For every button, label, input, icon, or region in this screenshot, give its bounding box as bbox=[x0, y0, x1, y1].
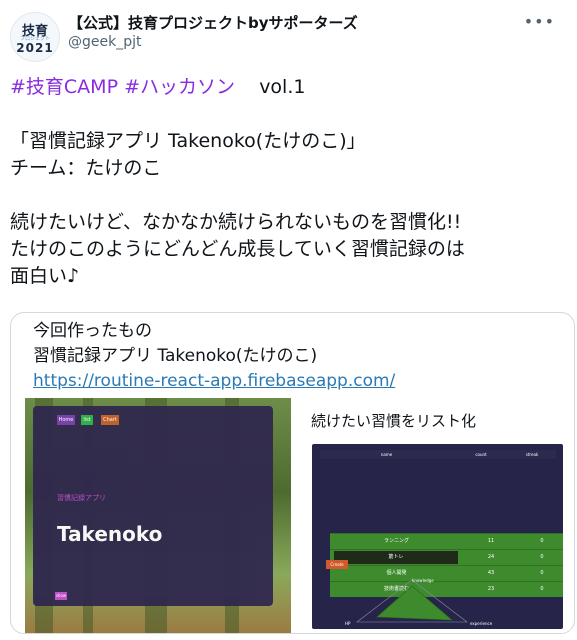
radar-label-experience: experience bbox=[470, 621, 493, 626]
app-subtitle: 習慣記録アプリ bbox=[57, 494, 106, 502]
row-count: 11 bbox=[487, 538, 495, 544]
row-count: 24 bbox=[487, 554, 495, 560]
row-streak: 0 bbox=[540, 538, 544, 544]
link-card[interactable]: 今回作ったもの 習慣記録アプリ Takenoko(たけのこ) https://r… bbox=[10, 312, 575, 634]
card-line: 習慣記録アプリ Takenoko(たけのこ) bbox=[33, 346, 318, 366]
hashtag-hackathon[interactable]: #ハッカソン bbox=[124, 76, 235, 98]
tweet-line: 面白い♪ bbox=[10, 265, 80, 287]
col-streak: streak bbox=[525, 452, 539, 457]
create-button: Create bbox=[326, 560, 348, 569]
table-row: ランニング 11 0 bbox=[330, 533, 563, 549]
tweet-line: たけのこのようにどんどん成長していく習慣記録のは bbox=[10, 238, 465, 260]
card-url-link[interactable]: https://routine-react-app.firebaseapp.co… bbox=[33, 369, 395, 394]
col-name: name bbox=[380, 452, 393, 457]
photo-caption: 続けたい習慣をリスト化 bbox=[311, 412, 477, 430]
tweet-line: 「習慣記録アプリ Takenoko(たけのこ)」 bbox=[10, 130, 366, 152]
tweet-line: チーム：たけのこ bbox=[10, 157, 162, 179]
avatar-year-text: 2021 bbox=[16, 41, 54, 55]
show-button: show bbox=[55, 592, 67, 600]
row-streak: 0 bbox=[540, 586, 544, 592]
card-line: 今回作ったもの bbox=[33, 321, 152, 341]
home-button: Home bbox=[57, 415, 75, 425]
tweet-vol: vol.1 bbox=[259, 76, 306, 98]
row-name: ランニング bbox=[383, 538, 409, 544]
row-name: 筋トレ bbox=[334, 551, 458, 564]
app-screen-list: name count streak ランニング 11 0 筋トレ 24 0 個人… bbox=[312, 444, 563, 629]
chart-button: Chart bbox=[101, 415, 119, 425]
list-button: list bbox=[81, 415, 93, 425]
habit-table: name count streak ランニング 11 0 筋トレ 24 0 個人… bbox=[320, 450, 563, 597]
author-handle[interactable]: @geek_pjt bbox=[68, 34, 142, 50]
col-count: count bbox=[475, 452, 487, 457]
hashtag-camp[interactable]: #技育CAMP bbox=[10, 76, 118, 98]
app-title: Takenoko bbox=[57, 522, 163, 546]
more-dots-icon[interactable]: ••• bbox=[524, 12, 555, 31]
avatar[interactable]: 技育 プロジェクト 2021 bbox=[10, 12, 60, 62]
author-name[interactable]: 【公式】技育プロジェクトbyサポーターズ bbox=[68, 12, 358, 33]
photo-app-home[interactable]: Home list Chart 習慣記録アプリ Takenoko show bbox=[25, 398, 291, 633]
card-text: 今回作ったもの 習慣記録アプリ Takenoko(たけのこ) https://r… bbox=[33, 319, 395, 394]
table-row: 筋トレ 24 0 bbox=[330, 549, 563, 565]
row-streak: 0 bbox=[540, 554, 544, 560]
radar-label-hp: HP bbox=[345, 621, 351, 626]
table-header: name count streak bbox=[320, 450, 556, 459]
tweet-body: #技育CAMP #ハッカソン vol.1 「習慣記録アプリ Takenoko(た… bbox=[10, 74, 565, 290]
tweet-line: 続けたいけど、なかなか続けられないものを習慣化!! bbox=[10, 211, 462, 233]
row-streak: 0 bbox=[540, 570, 544, 576]
radar-area bbox=[376, 585, 453, 621]
app-screen-home: Home list Chart 習慣記録アプリ Takenoko show bbox=[33, 406, 273, 606]
radar-label-knowledge: knowledge bbox=[412, 578, 434, 583]
photo-app-list[interactable]: 続けたい習慣をリスト化 name count streak ランニング 11 0… bbox=[301, 398, 573, 633]
